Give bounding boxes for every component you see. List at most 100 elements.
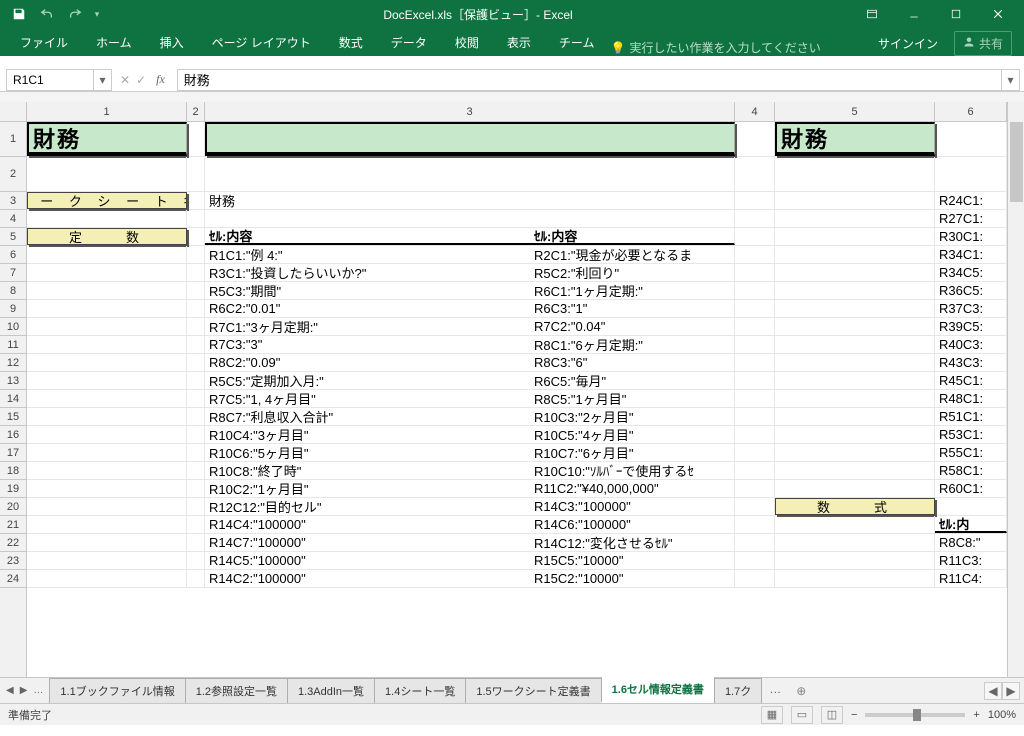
cell[interactable] (775, 408, 935, 425)
cell[interactable]: R58C1: (935, 462, 1007, 479)
row-header[interactable]: 17 (0, 444, 26, 462)
cell[interactable] (27, 462, 187, 479)
cell[interactable] (775, 318, 935, 335)
cell[interactable] (27, 210, 187, 227)
cell[interactable]: R14C3:"100000" (530, 498, 735, 515)
cell[interactable] (775, 228, 935, 245)
cell[interactable] (775, 390, 935, 407)
cell[interactable] (735, 444, 775, 461)
cell[interactable]: R8C1:"6ヶ月定期:" (530, 336, 735, 353)
cell[interactable] (27, 534, 187, 551)
row-header[interactable]: 7 (0, 264, 26, 282)
row-header[interactable]: 15 (0, 408, 26, 426)
cell[interactable] (735, 354, 775, 371)
cell[interactable] (187, 462, 205, 479)
cell[interactable]: R30C1: (935, 228, 1007, 245)
cell[interactable]: 財務 (27, 122, 187, 156)
save-icon[interactable] (6, 2, 32, 26)
row-header[interactable]: 4 (0, 210, 26, 228)
cell[interactable]: ワ ー ク シ ー ト 名 (27, 192, 187, 209)
cell[interactable] (935, 498, 1007, 515)
cell[interactable] (187, 570, 205, 587)
cell[interactable] (735, 122, 775, 156)
cell[interactable] (187, 534, 205, 551)
cell[interactable] (187, 552, 205, 569)
cell[interactable]: R8C2:"0.09" (205, 354, 530, 371)
row-header[interactable]: 14 (0, 390, 26, 408)
undo-icon[interactable] (34, 2, 60, 26)
hscroll-right-icon[interactable]: ▶ (1002, 682, 1020, 700)
cell[interactable]: R34C1: (935, 246, 1007, 263)
cell[interactable]: R1C1:"例 4:" (205, 246, 530, 263)
cell[interactable]: R5C2:"利回り" (530, 264, 735, 281)
cells-area[interactable]: 財務財務ワ ー ク シ ー ト 名財務R24C1:R27C1:定 数ｾﾙ:内容ｾ… (27, 122, 1024, 677)
name-box[interactable]: R1C1 (6, 69, 94, 91)
cell[interactable]: R6C5:"毎月" (530, 372, 735, 389)
cell[interactable]: R10C3:"2ヶ月目" (530, 408, 735, 425)
view-pagebreak-icon[interactable]: ◫ (821, 706, 843, 724)
zoom-out-icon[interactable]: − (851, 709, 857, 721)
cell[interactable]: R37C3: (935, 300, 1007, 317)
cell[interactable]: R8C8:" (935, 534, 1007, 551)
cell[interactable] (735, 390, 775, 407)
cell[interactable] (187, 300, 205, 317)
cell[interactable] (735, 210, 775, 227)
formula-expand-icon[interactable]: ▾ (1002, 69, 1020, 91)
sheet-tab[interactable]: 1.7ク (714, 678, 762, 703)
cell[interactable] (935, 157, 1007, 191)
cell[interactable]: R11C4: (935, 570, 1007, 587)
tab-file[interactable]: ファイル (8, 29, 80, 56)
row-header[interactable]: 19 (0, 480, 26, 498)
view-normal-icon[interactable]: ▦ (761, 706, 783, 724)
zoom-slider[interactable] (865, 713, 965, 717)
qat-dropdown-icon[interactable]: ▾ (90, 2, 104, 26)
cell[interactable]: R14C7:"100000" (205, 534, 530, 551)
cell[interactable] (205, 122, 735, 156)
cell[interactable] (27, 426, 187, 443)
tab-overflow-icon[interactable]: … (761, 678, 789, 703)
fx-icon[interactable]: fx (156, 72, 165, 87)
tab-team[interactable]: チーム (547, 29, 607, 56)
zoom-level[interactable]: 100% (988, 709, 1016, 721)
cell[interactable] (187, 122, 205, 156)
tab-home[interactable]: ホーム (84, 29, 144, 56)
ribbon-options-icon[interactable] (852, 1, 892, 27)
cell[interactable] (735, 552, 775, 569)
share-button[interactable]: 共有 (954, 31, 1012, 56)
cell[interactable]: ｾﾙ:内 (935, 516, 1007, 533)
redo-icon[interactable] (62, 2, 88, 26)
cell[interactable]: R51C1: (935, 408, 1007, 425)
cell[interactable] (187, 516, 205, 533)
cell[interactable]: R24C1: (935, 192, 1007, 209)
scrollbar-thumb[interactable] (1010, 122, 1023, 202)
row-header[interactable]: 3 (0, 192, 26, 210)
cell[interactable]: ｾﾙ:内容 (205, 228, 530, 245)
cell[interactable]: R3C1:"投資したらいいか?" (205, 264, 530, 281)
sheet-tab[interactable]: 1.6セル情報定義書 (601, 676, 715, 703)
cell[interactable] (735, 426, 775, 443)
cell[interactable]: R43C3: (935, 354, 1007, 371)
cell[interactable]: R60C1: (935, 480, 1007, 497)
cell[interactable]: ｾﾙ:内容 (530, 228, 735, 245)
cell[interactable] (27, 570, 187, 587)
cell[interactable] (775, 426, 935, 443)
cell[interactable]: R5C5:"定期加入月:" (205, 372, 530, 389)
sheet-tab[interactable]: 1.3AddIn一覧 (287, 678, 375, 703)
cell[interactable]: R40C3: (935, 336, 1007, 353)
cell[interactable] (187, 336, 205, 353)
cell[interactable] (27, 246, 187, 263)
tab-formulas[interactable]: 数式 (327, 29, 375, 56)
row-header[interactable]: 24 (0, 570, 26, 588)
cell[interactable] (187, 157, 205, 191)
cell[interactable]: R14C5:"100000" (205, 552, 530, 569)
nav-next-icon[interactable]: ▶ (20, 685, 28, 696)
cell[interactable] (775, 462, 935, 479)
tab-review[interactable]: 校閲 (443, 29, 491, 56)
cell[interactable] (935, 122, 1007, 156)
cell[interactable] (775, 300, 935, 317)
cell[interactable] (735, 462, 775, 479)
cell[interactable] (775, 480, 935, 497)
cell[interactable]: 定 数 (27, 228, 187, 245)
cell[interactable]: R8C5:"1ヶ月目" (530, 390, 735, 407)
tab-data[interactable]: データ (379, 29, 439, 56)
